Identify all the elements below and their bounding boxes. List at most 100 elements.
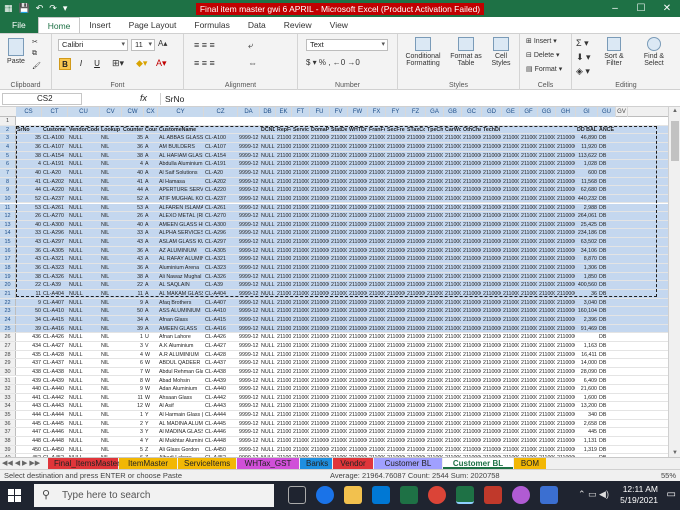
row-header[interactable]: 19	[0, 272, 16, 281]
balance-cell[interactable]: 11,568	[577, 178, 597, 186]
account-code-cell[interactable]: 2110000	[311, 359, 329, 367]
tab-data[interactable]: Data	[239, 17, 275, 33]
balance-cell[interactable]: 25,425	[577, 221, 597, 229]
lookup-cell[interactable]: NIL	[101, 221, 121, 229]
counter-cell[interactable]: 9	[123, 385, 143, 393]
account-code-cell[interactable]: 2110000	[539, 359, 555, 367]
account-code-cell[interactable]: 2110000	[407, 437, 425, 445]
dcnd-cell[interactable]: 9999-12	[239, 178, 259, 186]
header-cell[interactable]: DCND	[261, 126, 275, 134]
account-code-cell[interactable]: 2110000	[331, 212, 347, 220]
account-code-cell[interactable]: 2110000	[277, 377, 291, 385]
tab-home[interactable]: Home	[37, 17, 81, 33]
srno-cell[interactable]: 436	[17, 333, 41, 341]
account-code-cell[interactable]: 2110000	[407, 351, 425, 359]
balance-type-cell[interactable]: DB	[599, 307, 615, 315]
account-code-cell[interactable]: 2110000	[503, 377, 519, 385]
ref-code-cell[interactable]: CL-A296	[205, 229, 237, 237]
ref-code-cell[interactable]: CL-A39	[205, 281, 237, 289]
account-code-cell[interactable]: 2110000	[557, 281, 575, 289]
account-code-cell[interactable]: 2110000	[387, 238, 405, 246]
account-code-cell[interactable]: 2110000	[521, 169, 537, 177]
system-tray-icon[interactable]: ⌃ ▭ ◀)	[578, 489, 609, 500]
column-header-fu[interactable]: FU	[310, 107, 330, 117]
account-code-cell[interactable]: 2110000	[521, 316, 537, 324]
account-code-cell[interactable]: 2110000	[369, 169, 385, 177]
account-code-cell[interactable]: 2110000	[277, 169, 291, 177]
account-code-cell[interactable]: 2110000	[349, 238, 367, 246]
account-code-cell[interactable]: 2110000	[407, 368, 425, 376]
counter-cell[interactable]: 43	[123, 255, 143, 263]
account-code-cell[interactable]: 2110000	[521, 178, 537, 186]
account-code-cell[interactable]: 2110000	[483, 368, 501, 376]
account-code-cell[interactable]: 2110000	[427, 212, 443, 220]
insert-cells-button[interactable]: ⊞ Insert ▾	[526, 37, 557, 45]
account-code-cell[interactable]: 2110000	[277, 420, 291, 428]
account-code-cell[interactable]: 2110000	[503, 204, 519, 212]
ref-code-cell[interactable]: CL-A326	[205, 273, 237, 281]
balance-cell[interactable]: 11,920	[577, 143, 597, 151]
account-code-cell[interactable]: 2110000	[293, 411, 309, 419]
worksheet-grid[interactable]: CS CT CU CV CW CX CY CZ DA DB EK FT FU FV FW FX FY FZ GA GB…	[0, 107, 668, 457]
ref-code-cell[interactable]: CL-A448	[205, 437, 237, 445]
srno-cell[interactable]: 22	[17, 281, 41, 289]
account-code-cell[interactable]: 2110000	[503, 178, 519, 186]
count-class-cell[interactable]: W	[145, 359, 157, 367]
account-code-cell[interactable]: 2110000	[557, 420, 575, 428]
ref-code-cell[interactable]: CL-A270	[205, 212, 237, 220]
header-cell[interactable]: DomaP	[311, 126, 329, 134]
dcnd-cell[interactable]: 9999-12	[239, 351, 259, 359]
dcnd-cell[interactable]: 9999-12	[239, 229, 259, 237]
account-code-cell[interactable]: 2110000	[427, 204, 443, 212]
account-code-cell[interactable]: 2110000	[445, 247, 461, 255]
balance-type-cell[interactable]: DB	[599, 411, 615, 419]
row-header[interactable]: 34	[0, 402, 16, 411]
customer-code-cell[interactable]: CL-A297	[43, 238, 67, 246]
account-code-cell[interactable]: 2110000	[557, 368, 575, 376]
account-code-cell[interactable]: 2110000	[331, 325, 347, 333]
account-code-cell[interactable]: 2110000	[349, 221, 367, 229]
customer-name-cell[interactable]: Al MADINA GLASS &	[159, 428, 203, 436]
customer-code-cell[interactable]: CL-A416	[43, 325, 67, 333]
balance-cell[interactable]: 400,560	[577, 281, 597, 289]
redo-icon[interactable]: ↷	[49, 3, 57, 14]
account-code-cell[interactable]: 2110000	[293, 351, 309, 359]
account-code-cell[interactable]: 2110000	[445, 342, 461, 350]
account-code-cell[interactable]: 2110000	[521, 394, 537, 402]
rep-cell[interactable]: NULL	[261, 247, 275, 255]
account-code-cell[interactable]: 2110000	[277, 325, 291, 333]
account-code-cell[interactable]: 2110000	[349, 152, 367, 160]
customize-qat-icon[interactable]: ▾	[63, 3, 68, 14]
srno-cell[interactable]: 434	[17, 342, 41, 350]
customer-name-cell[interactable]: Al Harmain Glass (Tass)	[159, 411, 203, 419]
counter-cell[interactable]: 5	[123, 446, 143, 454]
rep-cell[interactable]: NULL	[261, 428, 275, 436]
header-cell[interactable]: SrNo	[17, 126, 41, 134]
account-code-cell[interactable]: 2110000	[369, 229, 385, 237]
chrome-icon[interactable]	[428, 486, 446, 504]
balance-cell[interactable]: 264,061	[577, 212, 597, 220]
account-code-cell[interactable]: 2110000	[277, 247, 291, 255]
column-header-cx[interactable]: CX	[144, 107, 158, 117]
customer-name-cell[interactable]: Afnan Glass	[159, 316, 203, 324]
account-code-cell[interactable]: 2110000	[427, 385, 443, 393]
customer-name-cell[interactable]: ABDUL QADEER	[159, 359, 203, 367]
customer-name-cell[interactable]: Abdul Rehman Gla	[159, 368, 203, 376]
account-code-cell[interactable]: 2110000	[293, 316, 309, 324]
vendor-code-cell[interactable]: NULL	[69, 255, 99, 263]
pdf-icon[interactable]	[484, 486, 502, 504]
account-code-cell[interactable]: 2110000	[483, 204, 501, 212]
column-header-da[interactable]: DA	[238, 107, 260, 117]
row-header[interactable]: 33	[0, 393, 16, 402]
excel-taskbar-icon[interactable]	[400, 486, 418, 504]
account-code-cell[interactable]: 2110000	[539, 229, 555, 237]
account-code-cell[interactable]: 2110000	[387, 333, 405, 341]
rep-cell[interactable]: NULL	[261, 385, 275, 393]
account-code-cell[interactable]: 2110000	[463, 160, 481, 168]
balance-type-cell[interactable]: DB	[599, 160, 615, 168]
sort-filter-button[interactable]: Sort & Filter	[596, 37, 632, 67]
counter-cell[interactable]: 8	[123, 377, 143, 385]
account-code-cell[interactable]: 2110000	[557, 359, 575, 367]
account-code-cell[interactable]: 2110000	[557, 342, 575, 350]
balance-type-cell[interactable]: DB	[599, 290, 615, 298]
